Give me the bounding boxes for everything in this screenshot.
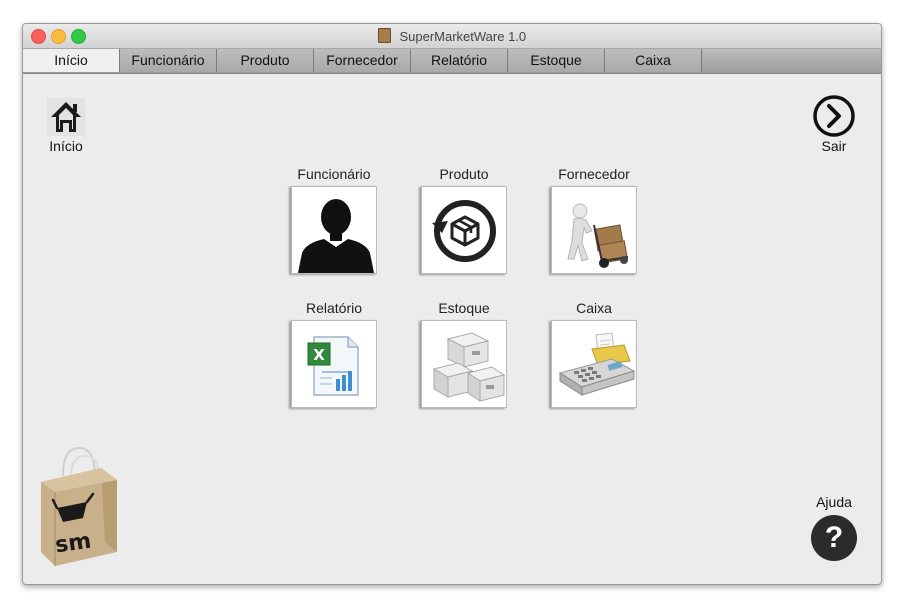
module-label: Relatório bbox=[305, 300, 363, 316]
module-fornecedor[interactable]: Fornecedor bbox=[529, 166, 659, 274]
tab-fornecedor[interactable]: Fornecedor bbox=[314, 49, 411, 72]
module-label: Caixa bbox=[576, 300, 612, 316]
tab-estoque[interactable]: Estoque bbox=[508, 49, 605, 72]
module-label: Estoque bbox=[438, 300, 490, 316]
logo-text: sm bbox=[54, 529, 93, 559]
tab-caixa[interactable]: Caixa bbox=[605, 49, 702, 72]
supplier-hand-truck-icon bbox=[551, 186, 637, 274]
exit-label: Sair bbox=[821, 138, 847, 154]
module-estoque[interactable]: Estoque bbox=[399, 300, 529, 408]
help-button[interactable]: Ajuda ? bbox=[806, 494, 862, 561]
home-icon bbox=[45, 96, 87, 138]
module-label: Produto bbox=[439, 166, 489, 182]
exit-arrow-icon bbox=[812, 94, 856, 138]
help-icon: ? bbox=[811, 515, 857, 561]
home-button[interactable]: Início bbox=[41, 96, 91, 154]
title-bar: SuperMarketWare 1.0 bbox=[23, 24, 881, 49]
module-relatorio[interactable]: Relatório X bbox=[269, 300, 399, 408]
exit-button[interactable]: Sair bbox=[806, 94, 862, 154]
employee-icon bbox=[291, 186, 377, 274]
app-window: SuperMarketWare 1.0 Início Funcionário P… bbox=[22, 23, 882, 585]
product-cycle-icon bbox=[421, 186, 507, 274]
tab-bar: Início Funcionário Produto Fornecedor Re… bbox=[23, 49, 881, 74]
module-label: Fornecedor bbox=[558, 166, 630, 182]
window-title: SuperMarketWare 1.0 bbox=[399, 29, 527, 44]
module-produto[interactable]: Produto bbox=[399, 166, 529, 274]
svg-text:X: X bbox=[313, 346, 325, 364]
app-icon bbox=[377, 28, 391, 43]
cash-register-icon bbox=[551, 320, 637, 408]
module-caixa[interactable]: Caixa bbox=[529, 300, 659, 408]
tab-funcionario[interactable]: Funcionário bbox=[120, 49, 217, 72]
tab-relatorio[interactable]: Relatório bbox=[411, 49, 508, 72]
report-spreadsheet-icon: X bbox=[291, 320, 377, 408]
inventory-boxes-icon bbox=[421, 320, 507, 408]
module-label: Funcionário bbox=[297, 166, 371, 182]
module-funcionario[interactable]: Funcionário bbox=[269, 166, 399, 274]
supermarketware-logo: sm bbox=[35, 446, 125, 573]
tab-inicio[interactable]: Início bbox=[23, 49, 120, 72]
home-label: Início bbox=[49, 138, 83, 154]
help-label: Ajuda bbox=[816, 494, 852, 510]
window-title-group: SuperMarketWare 1.0 bbox=[23, 28, 881, 44]
tab-produto[interactable]: Produto bbox=[217, 49, 314, 72]
